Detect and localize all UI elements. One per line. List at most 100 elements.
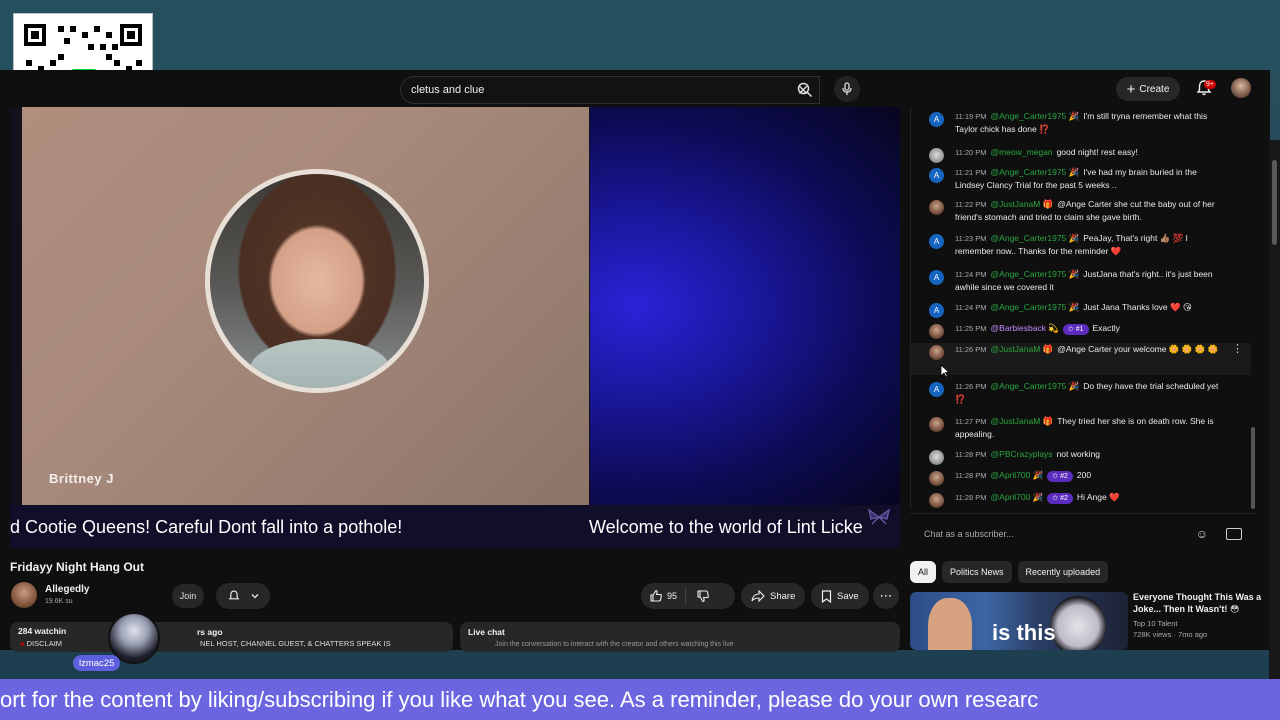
message-author[interactable]: @PBCrazyplays xyxy=(991,449,1053,459)
like-button[interactable]: 95 xyxy=(641,587,687,605)
chip-politics-news[interactable]: Politics News xyxy=(942,561,1012,583)
user-avatar[interactable]: A xyxy=(929,270,944,285)
message-author[interactable]: @Ange_Carter1975 🎉 xyxy=(991,111,1080,121)
chat-message: A 11:24 PM @Ange_Carter1975 🎉 Just Jana Th… xyxy=(911,301,1251,318)
thumbnail-face-left xyxy=(928,598,972,650)
account-avatar[interactable] xyxy=(1231,78,1251,98)
emoji-picker-icon[interactable]: ☺ xyxy=(1196,527,1208,541)
stream-time-ago: rs ago xyxy=(197,627,223,637)
message-author[interactable]: @Ange_Carter1975 🎉 xyxy=(991,381,1080,391)
create-button[interactable]: + Create xyxy=(1116,77,1180,101)
description-box[interactable]: 284 watchin rs ago ● DISCLAIM NEL HOST, … xyxy=(10,622,453,652)
message-author[interactable]: @April700 🎉 xyxy=(991,492,1044,502)
view-count: 284 watchin xyxy=(18,626,67,636)
message-author[interactable]: @Barbiesback 💫 xyxy=(991,323,1059,333)
page-scrollbar[interactable] xyxy=(1269,140,1280,720)
user-avatar[interactable]: A xyxy=(929,168,944,183)
user-avatar[interactable] xyxy=(929,493,944,508)
message-time: 11:26 PM xyxy=(955,382,987,391)
user-avatar[interactable] xyxy=(929,345,944,360)
search-query[interactable]: cletus and clue xyxy=(411,84,797,96)
message-text: Exactly xyxy=(1092,323,1120,333)
chat-input-field[interactable]: Chat as a subscriber... ☺ xyxy=(910,513,1256,553)
chat-message: 11:28 PM @April700 🎉 ✩ #2 Hi Ange ❤️ xyxy=(911,491,1251,508)
chat-message: 11:28 PM @PBCrazyplays not working xyxy=(911,448,1251,465)
create-label: Create xyxy=(1139,83,1170,95)
ticker-text-right: Welcome to the world of Lint Licke xyxy=(589,517,863,537)
chat-message: 11:28 PM @April700 🎉 ✩ #2 200 xyxy=(911,469,1251,486)
message-author[interactable]: @Ange_Carter1975 🎉 xyxy=(991,269,1080,279)
message-time: 11:20 PM xyxy=(955,148,987,157)
user-avatar[interactable] xyxy=(929,450,944,465)
message-text: 200 xyxy=(1076,470,1092,480)
chat-message: A 11:24 PM @Ange_Carter1975 🎉 JustJana tha… xyxy=(911,268,1251,294)
search-button[interactable] xyxy=(790,76,820,104)
save-button[interactable]: Save xyxy=(811,583,869,609)
live-chat-panel: A 11:19 PM @Ange_Carter1975 🎉 I'm still tr… xyxy=(910,107,1256,509)
viewer-name-tag: lzmac25 xyxy=(73,655,121,671)
message-time: 11:19 PM xyxy=(955,112,987,121)
message-author[interactable]: @Ange_Carter1975 🎉 xyxy=(991,302,1080,312)
disclaimer-text: NEL HOST, CHANNEL GUEST, & CHATTERS SPEA… xyxy=(200,639,391,648)
dislike-button[interactable] xyxy=(686,589,720,603)
live-chat-subtext: Join the conversation to interact with t… xyxy=(495,641,734,648)
member-rank-badge: ✩ #2 xyxy=(1047,471,1073,482)
chat-message: 11:20 PM @meow_megan good night! rest easy… xyxy=(911,146,1251,163)
live-chat-info-box[interactable]: Live chat Join the conversation to inter… xyxy=(460,622,900,652)
bookmark-icon xyxy=(821,589,832,603)
message-author[interactable]: @meow_megan xyxy=(991,147,1053,157)
video-ticker: d Cootie Queens! Careful Dont fall into … xyxy=(10,505,900,548)
message-time: 11:25 PM xyxy=(955,324,987,333)
page-scrollbar-thumb[interactable] xyxy=(1272,160,1277,245)
user-avatar[interactable] xyxy=(929,148,944,163)
search-input[interactable]: cletus and clue ✕ xyxy=(400,76,820,104)
recommended-channel[interactable]: Top 10 Talent xyxy=(1133,618,1207,629)
message-author[interactable]: @Ange_Carter1975 🎉 xyxy=(991,167,1080,177)
recommended-stats: 728K views · 7mo ago xyxy=(1133,630,1208,639)
share-button[interactable]: Share xyxy=(741,583,806,609)
message-author[interactable]: @JustJanaM 🎁 xyxy=(991,344,1054,354)
microphone-icon xyxy=(842,82,852,95)
thumbnail-face-right xyxy=(1050,596,1106,650)
blue-background-panel xyxy=(590,107,900,505)
recommended-video-thumbnail[interactable]: is this xyxy=(910,592,1128,650)
share-arrow-icon xyxy=(751,590,765,602)
qr-finder-top-right xyxy=(120,24,142,46)
send-icon[interactable] xyxy=(1226,527,1242,540)
chat-message-hovered: 11:26 PM @JustJanaM 🎁 @Ange Carter your we… xyxy=(911,343,1251,375)
join-button[interactable]: Join xyxy=(172,584,204,608)
user-avatar[interactable] xyxy=(929,471,944,486)
user-avatar[interactable] xyxy=(929,324,944,339)
channel-avatar[interactable] xyxy=(11,582,37,608)
video-player[interactable]: Brittney J d Cootie Queens! Careful Dont… xyxy=(10,107,900,548)
message-text: @Ange Carter your welcome 🌼 🌼 🌼 🌼 xyxy=(1057,344,1219,354)
user-avatar[interactable]: A xyxy=(929,382,944,397)
like-dislike-group: 95 xyxy=(641,583,735,609)
message-author[interactable]: @Ange_Carter1975 🎉 xyxy=(991,233,1080,243)
chip-recently-uploaded[interactable]: Recently uploaded xyxy=(1017,561,1109,583)
message-author[interactable]: @JustJanaM 🎁 xyxy=(991,199,1054,209)
message-menu-icon[interactable]: ⋮ xyxy=(1232,343,1243,356)
chip-all[interactable]: All xyxy=(910,561,937,583)
message-author[interactable]: @JustJanaM 🎁 xyxy=(991,416,1054,426)
user-avatar[interactable]: A xyxy=(929,234,944,249)
message-author[interactable]: @April700 🎉 xyxy=(991,470,1044,480)
message-text: good night! rest easy! xyxy=(1056,147,1138,157)
user-avatar[interactable]: A xyxy=(929,112,944,127)
user-avatar[interactable] xyxy=(929,417,944,432)
chat-scrollbar[interactable] xyxy=(1251,427,1255,509)
user-avatar[interactable]: A xyxy=(929,303,944,318)
voice-search-button[interactable] xyxy=(834,76,860,102)
channel-name[interactable]: Allegedly xyxy=(45,584,89,595)
chat-message: 11:27 PM @JustJanaM 🎁 They tried her she i… xyxy=(911,415,1251,441)
chat-input-placeholder[interactable]: Chat as a subscriber... xyxy=(924,529,1196,539)
recommended-video-title[interactable]: Everyone Thought This Was a Joke... Then… xyxy=(1133,591,1263,615)
host-portrait xyxy=(205,169,429,393)
user-avatar[interactable] xyxy=(929,200,944,215)
more-horizontal-icon: ⋯ xyxy=(879,588,893,603)
chat-message: 11:25 PM @Barbiesback 💫 ✩ #1 Exactly xyxy=(911,322,1251,339)
more-actions-button[interactable]: ⋯ xyxy=(873,583,899,609)
share-label: Share xyxy=(770,590,796,602)
disclaimer-label: DISCLAIM xyxy=(26,639,63,648)
subscription-notify-button[interactable] xyxy=(216,583,270,609)
